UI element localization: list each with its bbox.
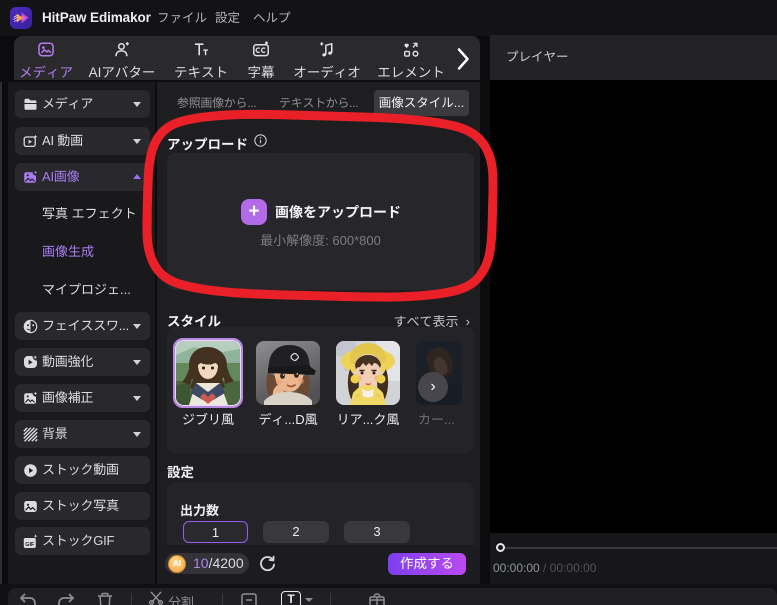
svg-text:GIF: GIF (25, 542, 35, 548)
